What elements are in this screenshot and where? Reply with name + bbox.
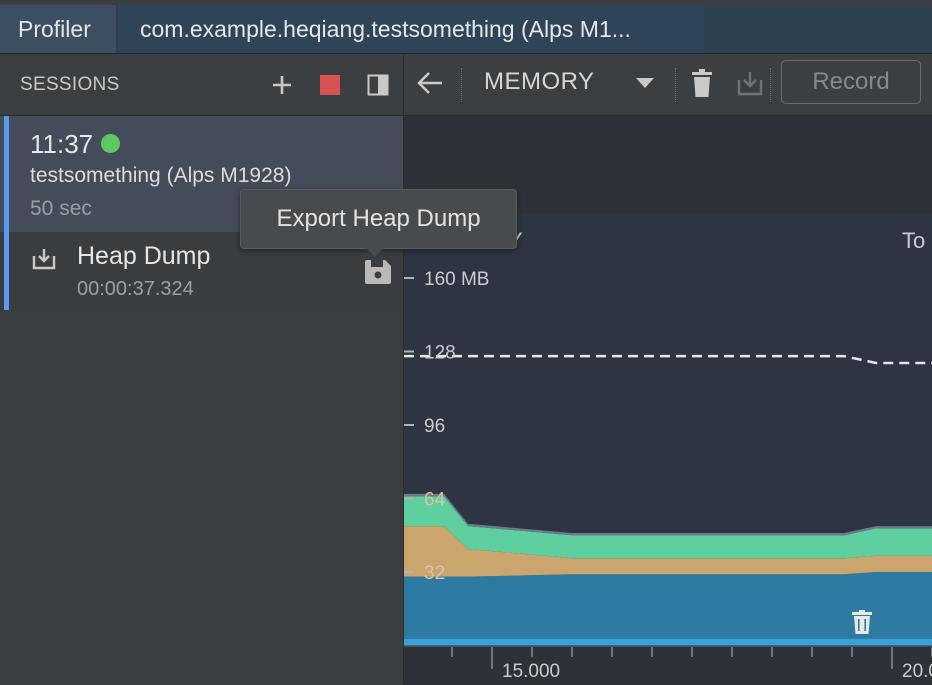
toolbar-separator xyxy=(675,68,676,102)
y-tick-label: 64 xyxy=(424,490,446,511)
stop-session-icon[interactable] xyxy=(320,75,340,95)
record-button[interactable]: Record xyxy=(781,60,921,104)
y-tick-label: 160 MB xyxy=(424,269,489,290)
export-icon[interactable] xyxy=(736,69,764,97)
profiler-toolbar: MEMORY Record xyxy=(404,54,932,116)
profiler-select[interactable]: MEMORY xyxy=(484,68,595,96)
heap-dump-label: Heap Dump xyxy=(77,242,211,270)
time-axis: 15.000 20.000 xyxy=(404,646,932,685)
toolbar-separator xyxy=(770,68,771,102)
memory-series-1 xyxy=(404,572,932,639)
add-session-icon[interactable] xyxy=(270,73,294,97)
sessions-panel: SESSIONS 11:37 testsomething (Alps M1928… xyxy=(0,54,404,684)
session-time: 11:37 xyxy=(30,129,94,159)
session-live-indicator xyxy=(101,134,120,153)
sessions-header: SESSIONS xyxy=(0,54,403,116)
heap-dump-timestamp: 00:00:37.324 xyxy=(77,278,194,300)
back-arrow-icon[interactable] xyxy=(414,68,446,98)
memory-chart: 160 MB128966432 MEMORY To xyxy=(404,214,932,646)
session-name: testsomething (Alps M1928) xyxy=(30,164,292,187)
tooltip-arrow xyxy=(366,248,384,257)
chart-legend-total: To xyxy=(902,228,925,253)
trash-icon[interactable] xyxy=(691,68,713,98)
tab-session[interactable]: com.example.heqiang.testsomething (Alps … xyxy=(118,5,704,53)
collapse-panel-icon[interactable] xyxy=(367,74,389,96)
toolbar-separator xyxy=(461,68,462,102)
y-tick-label: 32 xyxy=(424,563,445,584)
time-axis-svg: 15.000 20.000 xyxy=(451,647,932,682)
export-heap-dump-tooltip: Export Heap Dump xyxy=(240,189,517,249)
memory-series-0 xyxy=(404,638,932,646)
y-tick-label: 96 xyxy=(424,416,445,437)
export-heap-dump-icon[interactable] xyxy=(363,258,393,286)
heap-dump-icon xyxy=(32,249,56,270)
tab-profiler[interactable]: Profiler xyxy=(0,5,116,53)
sessions-title: SESSIONS xyxy=(20,74,120,95)
memory-chart-svg: 160 MB128966432 MEMORY To xyxy=(404,228,932,646)
allocation-limit-line xyxy=(404,354,932,365)
chevron-down-icon[interactable] xyxy=(636,78,654,90)
x-tick-label: 20.000 xyxy=(902,661,932,682)
session-duration: 50 sec xyxy=(30,197,92,220)
tool-window-tabbar: Profiler com.example.heqiang.testsomethi… xyxy=(0,5,932,54)
x-tick-label: 15.000 xyxy=(502,661,560,682)
y-tick-label: 128 xyxy=(424,343,456,364)
selected-session-accent xyxy=(4,116,9,310)
